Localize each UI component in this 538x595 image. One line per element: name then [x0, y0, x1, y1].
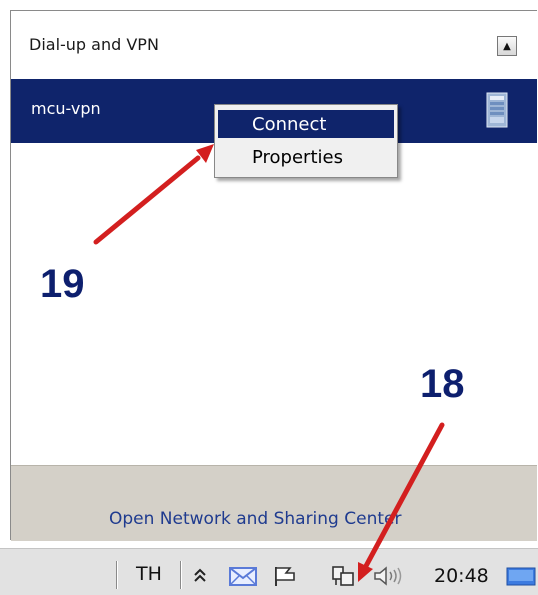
mail-icon[interactable]	[228, 565, 258, 587]
show-desktop-icon[interactable]	[506, 565, 536, 587]
step-19-label: 19	[40, 262, 85, 306]
section-title: Dial-up and VPN	[29, 35, 159, 54]
clock[interactable]: 20:48	[434, 565, 489, 587]
panel-body	[11, 143, 537, 465]
flag-icon[interactable]	[272, 565, 298, 587]
vpn-panel: Dial-up and VPN ▲ mcu-vpn Open Network a…	[10, 10, 537, 541]
taskbar: TH 20:48	[0, 548, 538, 595]
network-icon[interactable]	[330, 565, 356, 587]
vpn-connection-icon	[486, 92, 508, 128]
panel-header: Dial-up and VPN ▲	[11, 11, 537, 79]
open-network-sharing-center-link[interactable]: Open Network and Sharing Center	[109, 509, 401, 529]
connection-name: mcu-vpn	[31, 99, 101, 118]
language-indicator[interactable]: TH	[136, 563, 162, 585]
context-menu: Connect Properties	[214, 104, 398, 178]
collapse-button[interactable]: ▲	[497, 36, 517, 56]
taskbar-separator	[116, 561, 118, 589]
menu-item-connect[interactable]: Connect	[218, 110, 394, 138]
step-18-label: 18	[420, 362, 465, 406]
chevron-up-icon[interactable]	[192, 565, 208, 587]
speaker-icon[interactable]	[372, 565, 408, 587]
menu-item-properties[interactable]: Properties	[218, 143, 394, 171]
panel-footer: Open Network and Sharing Center	[11, 465, 537, 541]
taskbar-separator	[180, 561, 182, 589]
chevron-up-icon: ▲	[503, 40, 511, 52]
